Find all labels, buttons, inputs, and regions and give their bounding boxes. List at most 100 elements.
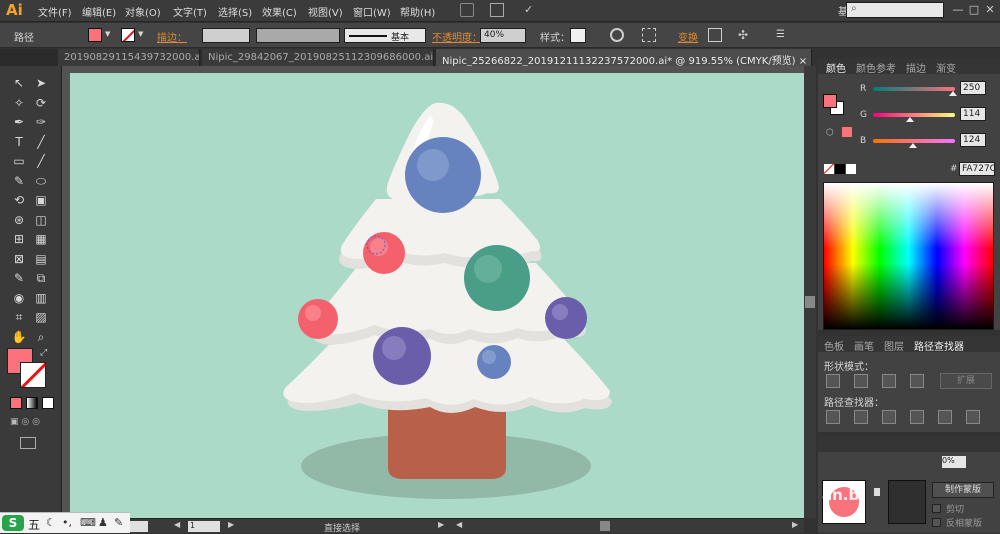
magic-wand-tool-icon[interactable]: ✧ — [10, 94, 28, 112]
none-mode-icon[interactable] — [42, 397, 54, 409]
gradient-mode-icon[interactable] — [26, 397, 38, 409]
document-tab-1[interactable]: Nipic_29842067_20190825112309686000.ai* … — [202, 49, 434, 66]
trim-button[interactable] — [854, 410, 868, 424]
pathfinder-panel-tab-3[interactable]: 路径查找器 — [914, 338, 964, 353]
ime-logo-icon[interactable]: S — [2, 515, 24, 531]
zoom-field[interactable] — [128, 521, 148, 532]
mesh-tool-icon[interactable]: ⊠ — [10, 250, 28, 268]
g-value-field[interactable]: 114 — [960, 107, 986, 121]
free-transform-tool-icon[interactable]: ◫ — [32, 211, 50, 229]
gradient-tool-icon[interactable]: ▤ — [32, 250, 50, 268]
merge-button[interactable] — [882, 410, 896, 424]
color-spectrum[interactable] — [823, 182, 994, 330]
pathfinder-panel-tab-0[interactable]: 色板 — [824, 338, 844, 353]
color-panel-tab-1[interactable]: 颜色参考 — [856, 60, 896, 75]
hscroll-left-icon[interactable]: ◀ — [456, 520, 462, 529]
menu-item-5[interactable]: 效果(C) — [262, 4, 297, 19]
opacity-field[interactable]: 40% — [480, 28, 526, 43]
type-tool-icon[interactable]: T — [10, 133, 28, 151]
panel-menu-icon[interactable]: ☰ — [776, 29, 785, 40]
close-button[interactable]: ✕ — [982, 3, 998, 17]
make-mask-button[interactable]: 制作蒙版 — [932, 482, 994, 498]
line-tool-icon[interactable]: ╱ — [32, 133, 50, 151]
stroke-color-box[interactable] — [20, 362, 46, 388]
artboard[interactable] — [70, 73, 804, 518]
unite-button[interactable] — [826, 374, 840, 388]
artboard-number-field[interactable]: 1 — [188, 521, 220, 532]
close-tab-icon[interactable]: × — [796, 56, 807, 66]
scale-tool-icon[interactable]: ▣ — [32, 191, 50, 209]
options-icon[interactable]: ✣ — [738, 28, 752, 42]
blend-tool-icon[interactable]: ⧉ — [32, 269, 50, 287]
align-icon[interactable] — [642, 28, 656, 42]
r-slider[interactable] — [873, 87, 955, 91]
selection-tool-icon[interactable]: ↖ — [10, 74, 28, 92]
isolate-object-icon[interactable] — [708, 28, 722, 42]
help-search-input[interactable]: ⌕ — [846, 2, 944, 18]
expand-button[interactable]: 扩展 — [940, 373, 992, 389]
arrange-documents-icon[interactable] — [490, 3, 504, 17]
pencil-tool-icon[interactable]: ✎ — [10, 172, 28, 190]
recolor-artwork-icon[interactable] — [610, 28, 624, 42]
rotate-tool-icon[interactable]: ⟲ — [10, 191, 28, 209]
menu-item-3[interactable]: 文字(T) — [173, 4, 207, 19]
hscroll-right-icon[interactable]: ▶ — [792, 520, 798, 529]
transparency-opacity-field[interactable]: 0% — [942, 456, 966, 468]
gpu-performance-icon[interactable]: ✓ — [524, 3, 538, 17]
out-of-gamut-swatch[interactable] — [842, 127, 852, 137]
horizontal-scroll-thumb[interactable] — [600, 521, 610, 531]
black-swatch[interactable] — [835, 164, 845, 174]
color-panel-tab-2[interactable]: 描边 — [906, 60, 926, 75]
crop-button[interactable] — [910, 410, 924, 424]
curvature-tool-icon[interactable]: ✑ — [32, 113, 50, 131]
status-menu-icon[interactable]: ▶ — [438, 520, 444, 529]
swap-colors-icon[interactable]: ⤢ — [40, 348, 47, 358]
r-value-field[interactable]: 250 — [960, 81, 986, 95]
artboard-tool-icon[interactable]: ⌗ — [10, 308, 28, 326]
g-slider[interactable] — [873, 113, 955, 117]
column-graph-tool-icon[interactable]: ▥ — [32, 289, 50, 307]
pathfinder-panel-tab-2[interactable]: 图层 — [884, 338, 904, 353]
hex-value-field[interactable]: FA727C — [959, 162, 996, 176]
perspective-grid-tool-icon[interactable]: ▦ — [32, 230, 50, 248]
eraser-tool-icon[interactable]: ⬭ — [32, 172, 50, 190]
menu-item-1[interactable]: 编辑(E) — [82, 4, 116, 19]
pathfinder-panel-tab-1[interactable]: 画笔 — [854, 338, 874, 353]
slice-tool-icon[interactable]: ▨ — [32, 308, 50, 326]
draw-mode-icon[interactable]: ▣ ◎ ◎ — [10, 417, 56, 429]
outline-button[interactable] — [938, 410, 952, 424]
punctuation-icon[interactable]: •, — [62, 516, 72, 529]
transform-label[interactable]: 变换 — [678, 29, 698, 44]
color-mode-icon[interactable] — [10, 397, 22, 409]
menu-item-0[interactable]: 文件(F) — [38, 4, 72, 19]
exclude-button[interactable] — [910, 374, 924, 388]
ime-mode-label[interactable]: 五 — [28, 516, 40, 533]
menu-item-4[interactable]: 选择(S) — [218, 4, 252, 19]
mask-target-thumbnail[interactable] — [888, 480, 926, 524]
menu-item-7[interactable]: 窗口(W) — [353, 4, 391, 19]
document-tab-2[interactable]: Nipic_25266822_20191211132237572000.ai* … — [436, 49, 812, 66]
fill-swatch[interactable] — [88, 28, 102, 42]
menu-item-6[interactable]: 视图(V) — [308, 4, 343, 19]
stroke-swatch[interactable] — [121, 28, 135, 42]
color-panel-tab-0[interactable]: 颜色 — [826, 60, 846, 75]
document-tab-0[interactable]: 20190829115439732000.ai* × — [58, 49, 200, 66]
stroke-label[interactable]: 描边： — [157, 29, 187, 44]
intersect-button[interactable] — [882, 374, 896, 388]
vertical-scroll-thumb[interactable] — [805, 296, 815, 308]
rectangle-tool-icon[interactable]: ▭ — [10, 152, 28, 170]
b-slider-handle[interactable] — [908, 143, 917, 148]
clip-checkbox[interactable] — [932, 504, 941, 513]
brush-definition-field[interactable]: 基本 — [344, 28, 426, 43]
lasso-tool-icon[interactable]: ⟳ — [32, 94, 50, 112]
menu-item-8[interactable]: 帮助(H) — [400, 4, 435, 19]
skin-icon[interactable]: ♟ — [98, 516, 108, 529]
white-swatch[interactable] — [846, 164, 856, 174]
shape-builder-tool-icon[interactable]: ⊞ — [10, 230, 28, 248]
b-value-field[interactable]: 124 — [960, 133, 986, 147]
minus-back-button[interactable] — [966, 410, 980, 424]
symbol-sprayer-tool-icon[interactable]: ◉ — [10, 289, 28, 307]
menu-item-2[interactable]: 对象(O) — [125, 4, 161, 19]
paintbrush-tool-icon[interactable]: ╱ — [32, 152, 50, 170]
variable-width-profile[interactable] — [256, 28, 340, 43]
